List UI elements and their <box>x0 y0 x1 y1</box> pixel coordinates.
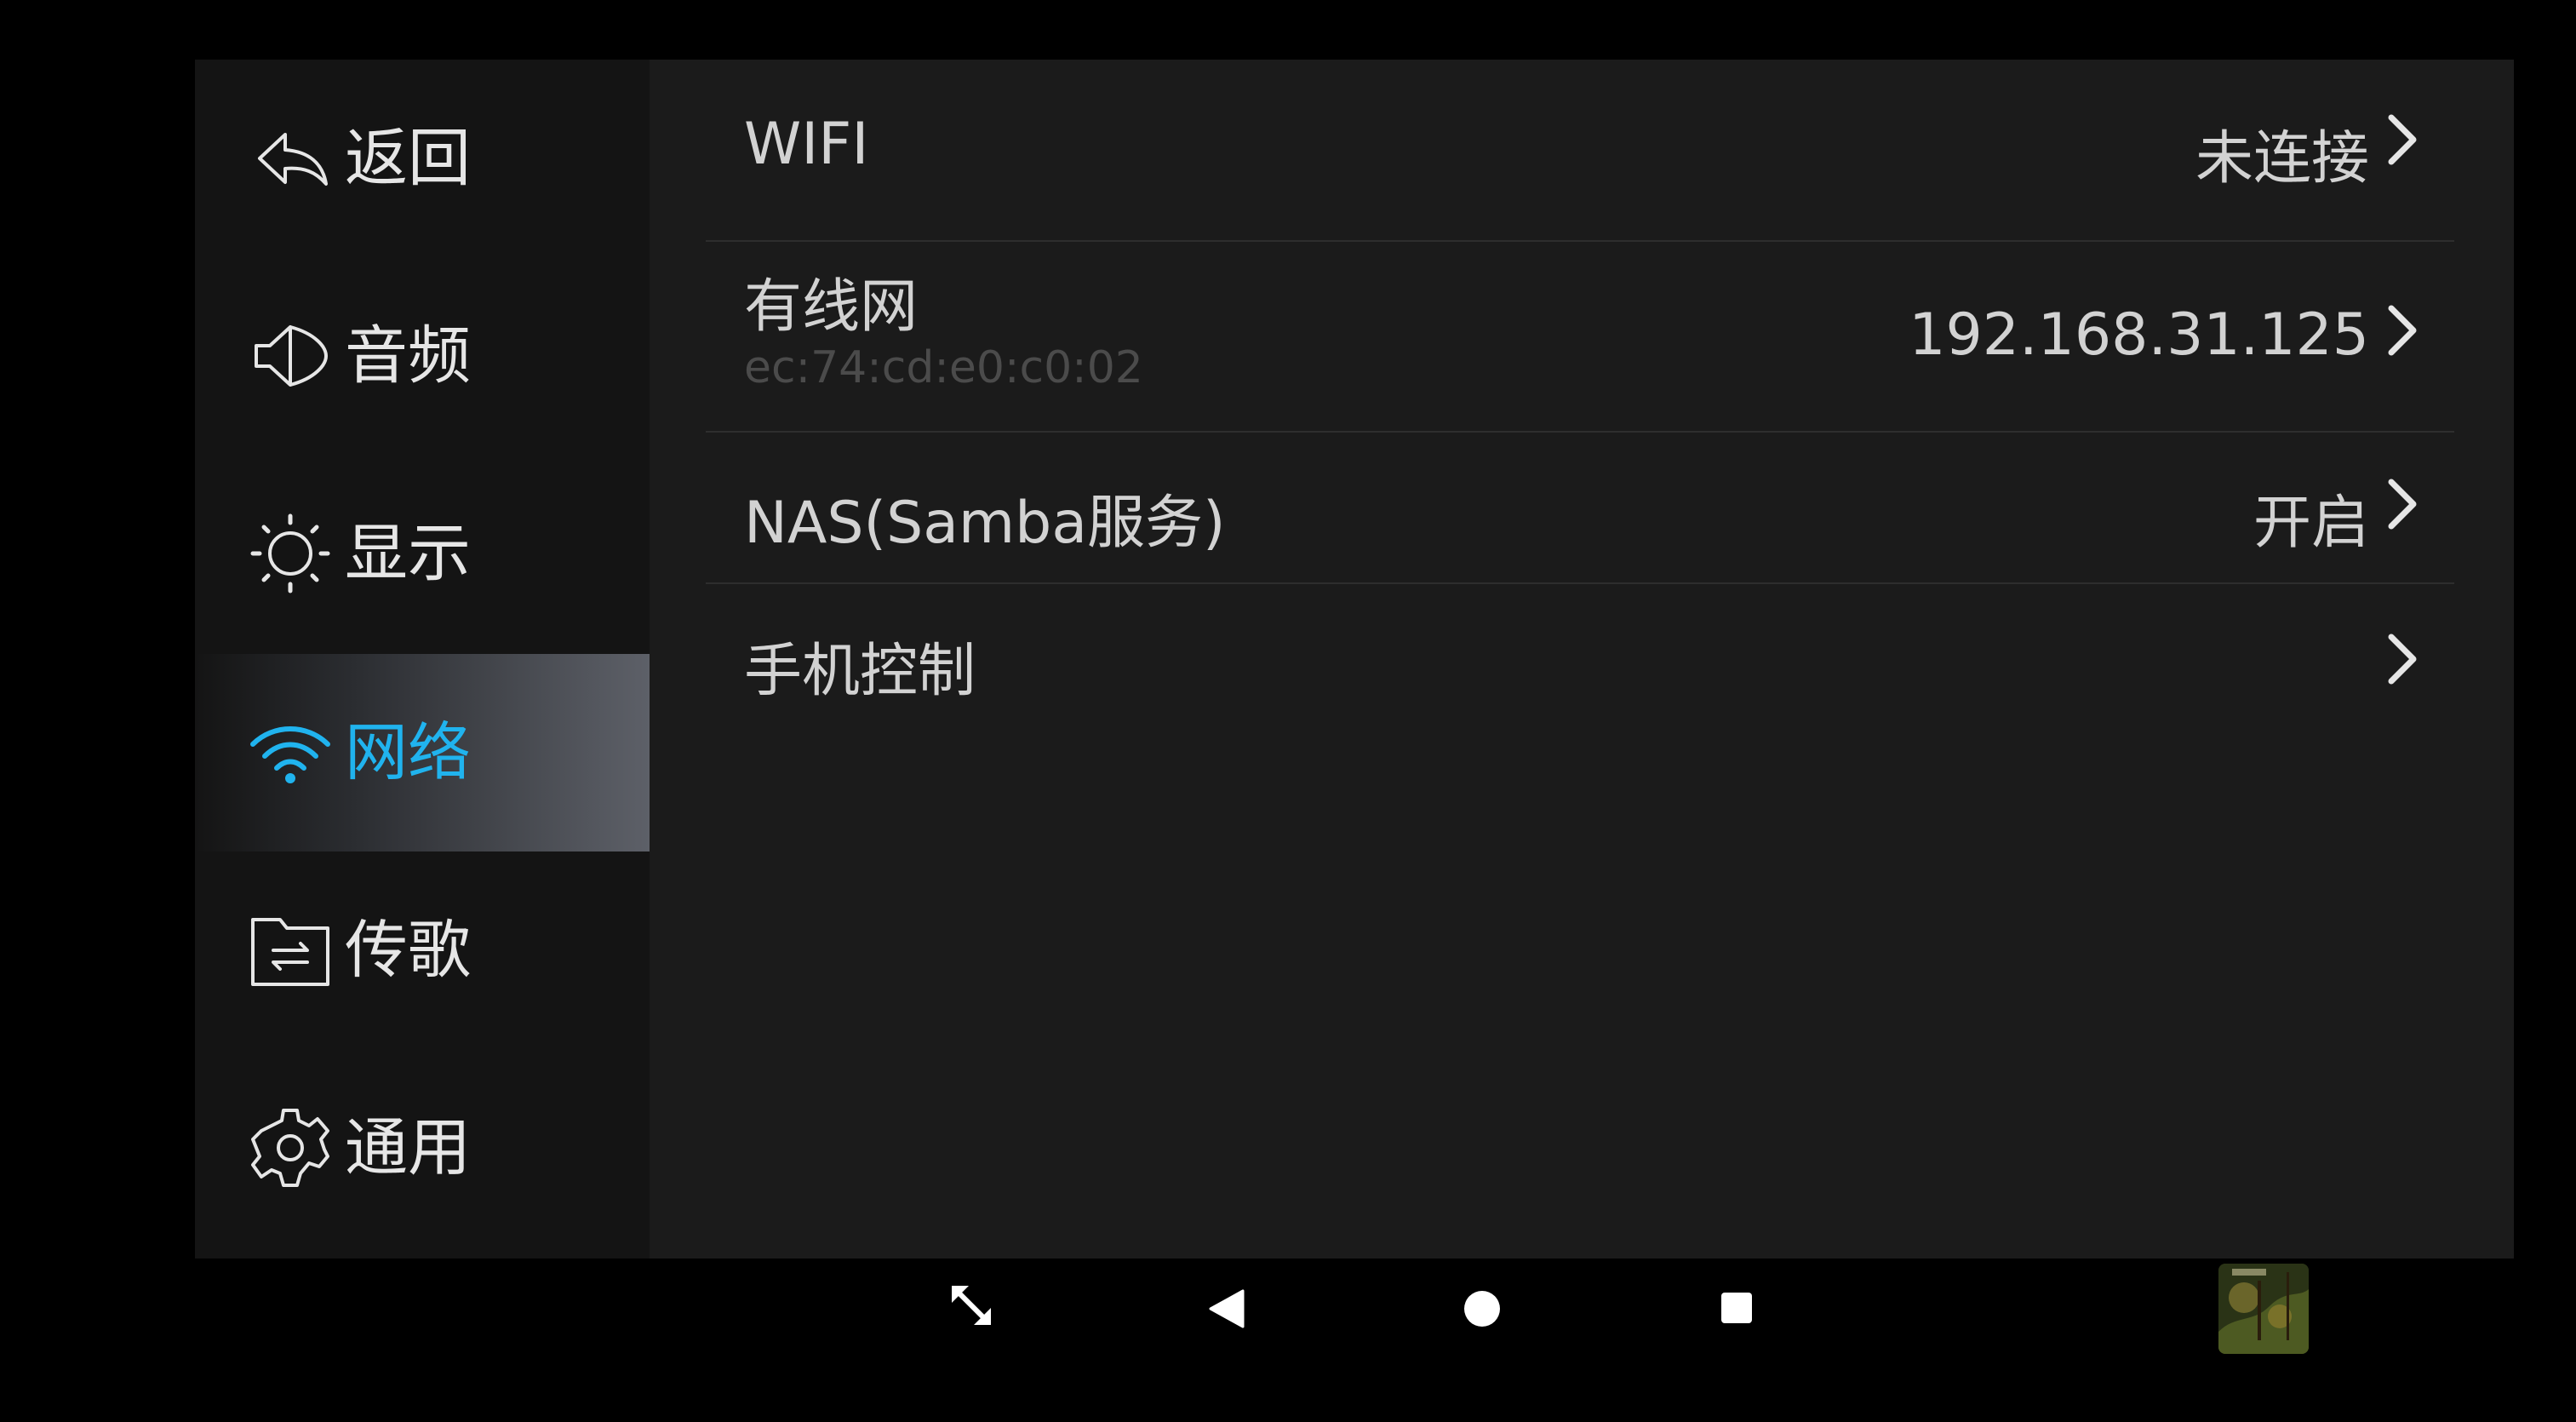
wifi-row[interactable]: WIFI 未连接 <box>650 60 2514 240</box>
sidebar-item-transfer[interactable]: 传歌 <box>195 851 650 1049</box>
sidebar-item-label: 音频 <box>345 319 471 393</box>
speaker-icon <box>248 313 333 399</box>
back-triangle-icon[interactable] <box>1209 1289 1245 1328</box>
sidebar-item-label: 网络 <box>345 716 471 789</box>
network-settings-panel: WIFI 未连接 有线网 ec:74:cd:e0:c0:02 192.168.3… <box>650 60 2514 1259</box>
sidebar-item-audio[interactable]: 音频 <box>195 257 650 455</box>
chevron-right-icon <box>2384 112 2420 167</box>
chevron-right-icon <box>2384 632 2420 686</box>
wifi-status: 未连接 <box>2195 125 2369 192</box>
settings-sidebar: 返回 音频 显示 网络 传歌 通用 <box>195 60 650 1259</box>
back-arrow-icon <box>248 116 333 201</box>
mac-address: ec:74:cd:e0:c0:02 <box>744 342 1143 393</box>
gear-icon <box>248 1105 333 1190</box>
sidebar-item-label: 显示 <box>345 517 471 590</box>
system-navigation-bar <box>0 1259 2576 1422</box>
ip-address: 192.168.31.125 <box>1909 301 2369 369</box>
sidebar-item-general[interactable]: 通用 <box>195 1049 650 1247</box>
now-playing-thumbnail[interactable] <box>2218 1264 2309 1354</box>
nas-samba-status: 开启 <box>2253 490 2369 557</box>
phone-control-label: 手机控制 <box>744 638 976 705</box>
home-circle-icon[interactable] <box>1463 1289 1502 1328</box>
sidebar-item-back[interactable]: 返回 <box>195 60 650 257</box>
folder-transfer-icon <box>248 908 333 993</box>
sidebar-item-network[interactable]: 网络 <box>195 654 650 851</box>
sidebar-item-label: 传歌 <box>345 914 471 987</box>
sidebar-item-display[interactable]: 显示 <box>195 455 650 652</box>
settings-window: 返回 音频 显示 网络 传歌 通用 WIFI 未连接 有线网 ec:74:cd:… <box>195 60 2514 1259</box>
sidebar-item-label: 通用 <box>345 1111 471 1184</box>
chevron-right-icon <box>2384 477 2420 531</box>
chevron-right-icon <box>2384 303 2420 358</box>
sidebar-item-label: 返回 <box>345 122 471 195</box>
nas-samba-row[interactable]: NAS(Samba服务) 开启 <box>650 433 2514 582</box>
brightness-icon <box>248 511 333 596</box>
wifi-icon <box>248 710 333 795</box>
wired-network-label: 有线网 <box>744 273 919 341</box>
wifi-label: WIFI <box>744 111 869 178</box>
nas-samba-label: NAS(Samba服务) <box>744 490 1226 557</box>
wired-network-row[interactable]: 有线网 ec:74:cd:e0:c0:02 192.168.31.125 <box>650 242 2514 431</box>
recents-square-icon[interactable] <box>1720 1291 1754 1325</box>
phone-control-row[interactable]: 手机控制 <box>650 584 2514 734</box>
fullscreen-icon[interactable] <box>948 1282 994 1328</box>
